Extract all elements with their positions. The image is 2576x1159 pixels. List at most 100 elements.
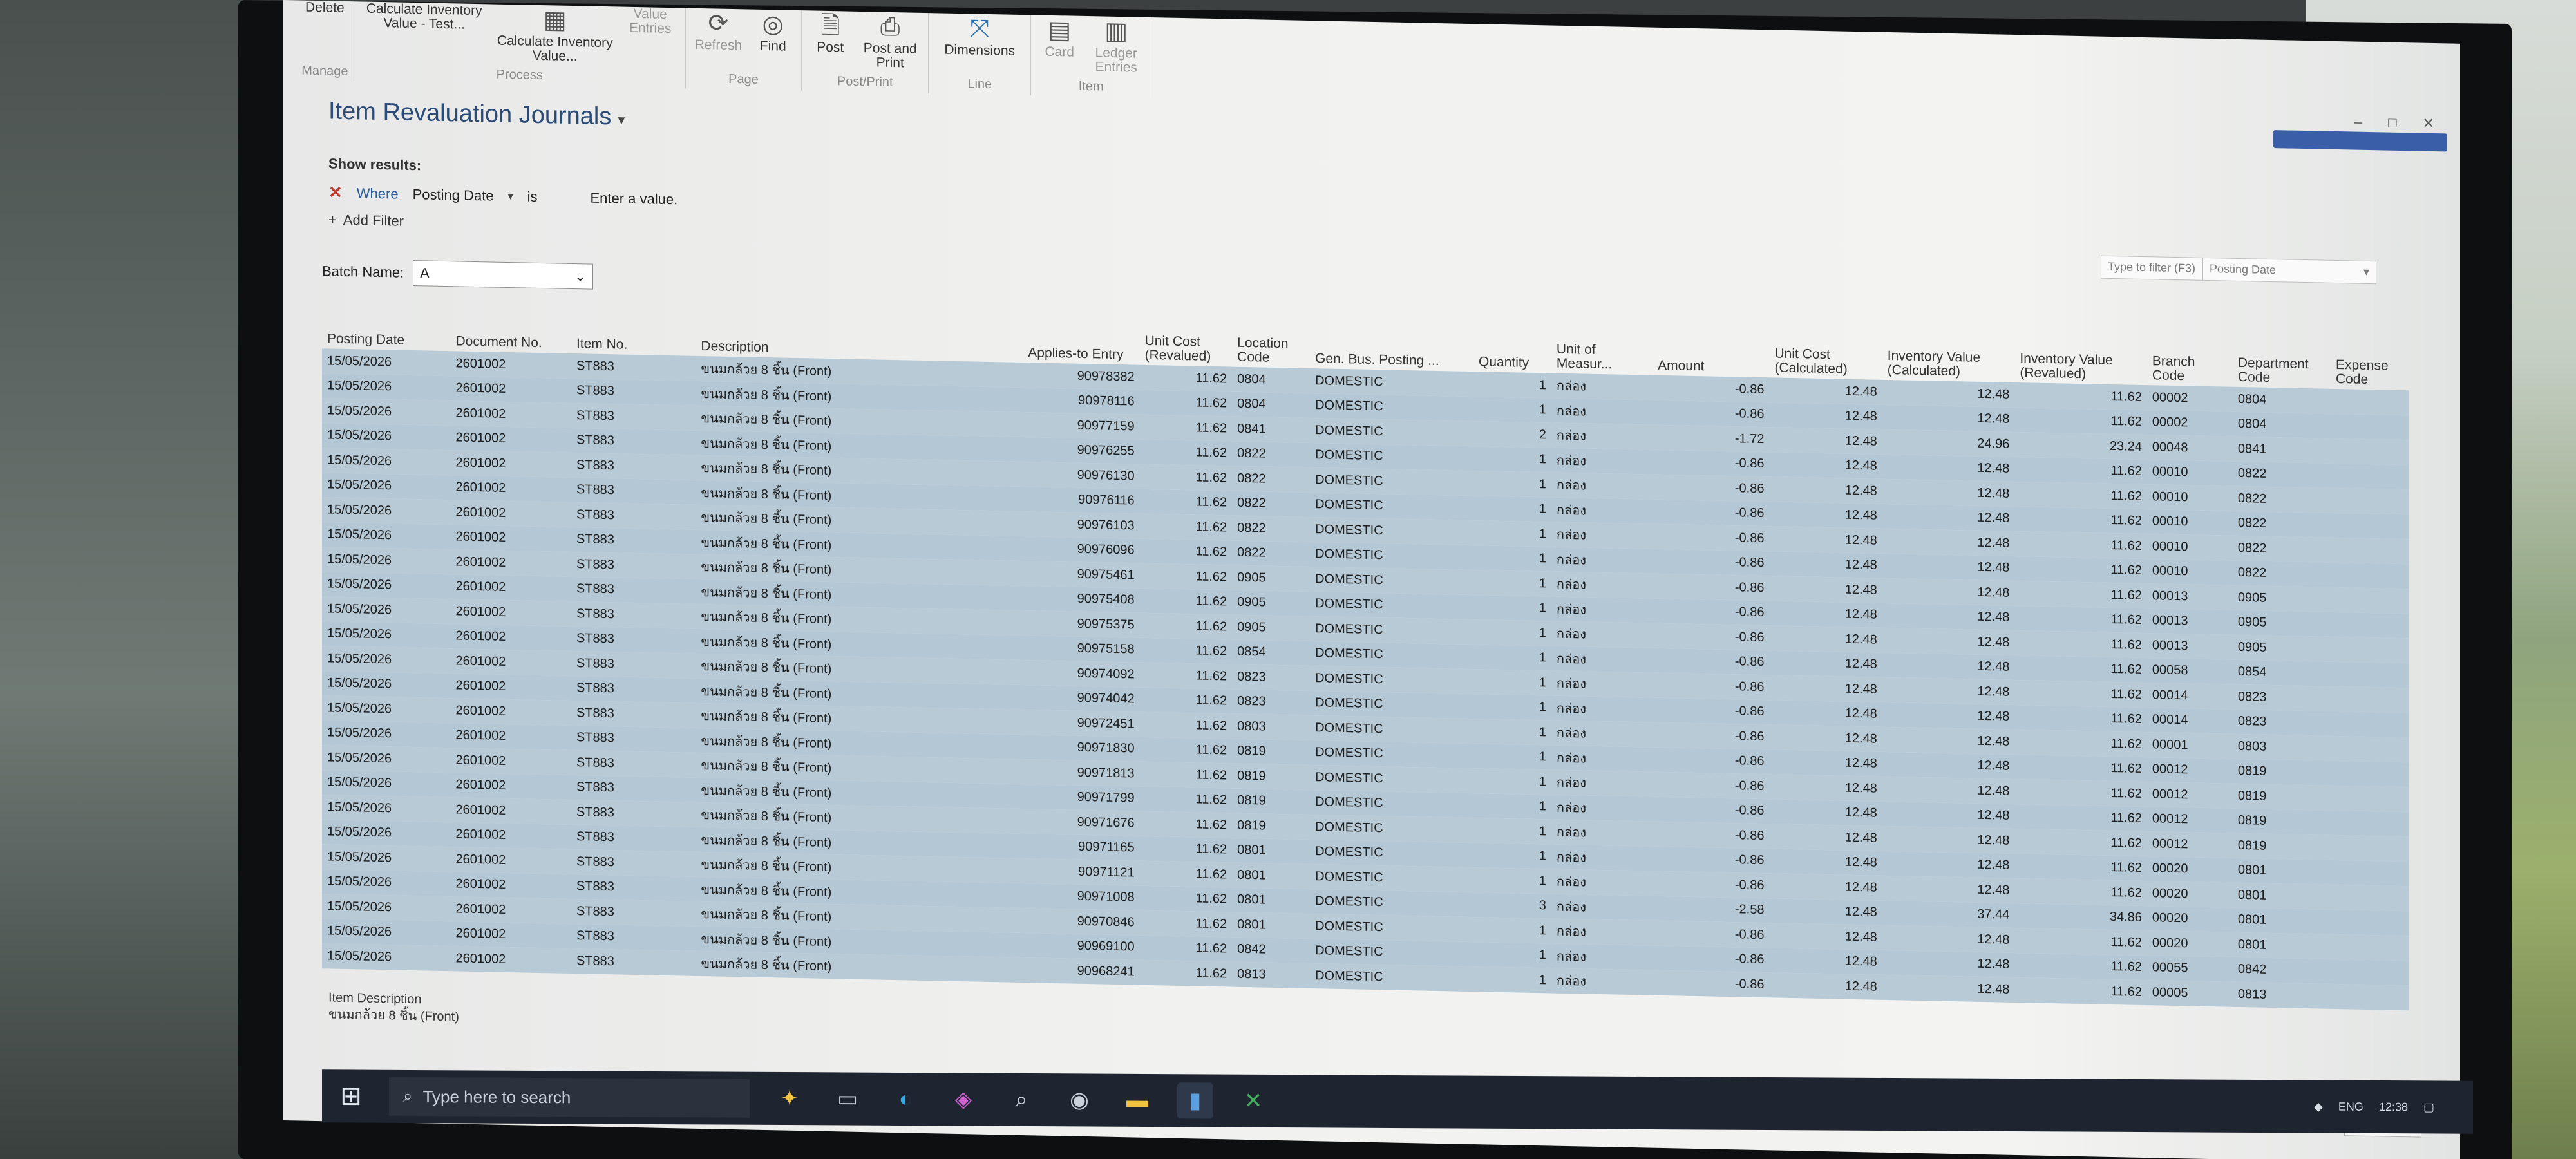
- table-cell[interactable]: -0.86: [1653, 673, 1769, 700]
- table-cell[interactable]: 0804: [2233, 411, 2331, 438]
- table-cell[interactable]: 15/05/2026: [322, 497, 451, 525]
- table-cell[interactable]: DOMESTIC: [1310, 740, 1473, 768]
- table-cell[interactable]: 11.62: [1140, 663, 1233, 689]
- table-cell[interactable]: 11.62: [1140, 637, 1233, 664]
- dimensions-button[interactable]: ⤧ Dimensions: [938, 13, 1021, 59]
- column-header[interactable]: Department Code: [2233, 329, 2331, 389]
- table-cell[interactable]: 90974092: [1023, 660, 1139, 687]
- type-filter-input[interactable]: Type to filter (F3): [2100, 255, 2202, 281]
- table-cell[interactable]: -0.86: [1653, 871, 1769, 898]
- table-cell[interactable]: 90976103: [1023, 511, 1139, 538]
- search-app-icon[interactable]: ⌕: [1003, 1082, 1039, 1118]
- table-cell[interactable]: DOMESTIC: [1310, 938, 1473, 966]
- table-cell[interactable]: กล่อง: [1551, 820, 1653, 847]
- table-cell[interactable]: 1: [1473, 645, 1551, 671]
- table-cell[interactable]: ST883: [571, 725, 696, 752]
- table-cell[interactable]: 11.62: [1140, 786, 1233, 813]
- table-cell[interactable]: DOMESTIC: [1310, 591, 1473, 619]
- table-cell[interactable]: [2331, 885, 2409, 911]
- table-cell[interactable]: กล่อง: [1551, 695, 1653, 722]
- table-cell[interactable]: 00055: [2147, 956, 2233, 982]
- table-cell[interactable]: 00014: [2147, 708, 2233, 734]
- table-cell[interactable]: 0905: [2233, 585, 2331, 612]
- table-cell[interactable]: กล่อง: [1551, 572, 1653, 599]
- table-cell[interactable]: ST883: [571, 428, 696, 455]
- table-cell[interactable]: ST883: [571, 675, 696, 702]
- table-cell[interactable]: 12.48: [1882, 677, 2015, 705]
- table-cell[interactable]: 11.62: [1140, 836, 1233, 862]
- table-cell[interactable]: 11.62: [1140, 439, 1233, 466]
- table-cell[interactable]: -0.86: [1653, 499, 1769, 526]
- table-cell[interactable]: 1: [1473, 619, 1551, 646]
- table-cell[interactable]: กล่อง: [1551, 745, 1653, 772]
- table-cell[interactable]: [2331, 538, 2409, 564]
- table-cell[interactable]: 11.62: [2014, 605, 2147, 633]
- store-icon[interactable]: ◈: [945, 1081, 981, 1117]
- table-cell[interactable]: 12.48: [1882, 454, 2015, 482]
- table-cell[interactable]: 00020: [2147, 856, 2233, 883]
- table-cell[interactable]: 12.48: [1882, 404, 2015, 432]
- table-cell[interactable]: 00014: [2147, 683, 2233, 709]
- table-cell[interactable]: 0905: [1232, 590, 1310, 616]
- table-cell[interactable]: 24.96: [1882, 429, 2015, 457]
- table-cell[interactable]: 00002: [2147, 410, 2233, 437]
- table-cell[interactable]: 11.62: [1140, 910, 1233, 937]
- remove-filter-icon[interactable]: ✕: [328, 182, 343, 202]
- table-cell[interactable]: 90968241: [1023, 957, 1139, 985]
- table-cell[interactable]: 11.62: [1140, 737, 1233, 763]
- table-cell[interactable]: 00020: [2147, 881, 2233, 907]
- table-cell[interactable]: 0823: [1232, 689, 1310, 715]
- table-cell[interactable]: DOMESTIC: [1310, 914, 1473, 942]
- table-cell[interactable]: 00020: [2147, 930, 2233, 957]
- table-cell[interactable]: 12.48: [1882, 380, 2015, 408]
- table-cell[interactable]: 1: [1473, 719, 1551, 745]
- table-cell[interactable]: กล่อง: [1551, 869, 1653, 896]
- calc-inventory-test-button[interactable]: Calculate Inventory Value - Test...: [363, 1, 486, 32]
- table-cell[interactable]: 11.62: [1140, 712, 1233, 739]
- table-cell[interactable]: 11.62: [2014, 581, 2147, 608]
- table-cell[interactable]: DOMESTIC: [1310, 963, 1473, 992]
- table-cell[interactable]: ST883: [571, 453, 696, 480]
- table-cell[interactable]: -0.86: [1653, 400, 1769, 427]
- table-cell[interactable]: DOMESTIC: [1310, 467, 1473, 496]
- table-cell[interactable]: 0822: [2233, 511, 2331, 538]
- column-header[interactable]: Location Code: [1232, 309, 1310, 368]
- table-cell[interactable]: ST883: [571, 601, 696, 628]
- table-cell[interactable]: กล่อง: [1551, 596, 1653, 623]
- table-cell[interactable]: DOMESTIC: [1310, 418, 1473, 446]
- table-cell[interactable]: 00010: [2147, 484, 2233, 511]
- table-cell[interactable]: 2601002: [451, 648, 571, 675]
- table-cell[interactable]: 0819: [1232, 813, 1310, 840]
- table-cell[interactable]: [2331, 661, 2409, 688]
- table-cell[interactable]: กล่อง: [1551, 522, 1653, 549]
- table-cell[interactable]: 11.62: [2014, 928, 2147, 956]
- table-cell[interactable]: 12.48: [1769, 601, 1882, 628]
- column-header[interactable]: Description: [696, 298, 1023, 363]
- table-cell[interactable]: 11.62: [2014, 853, 2147, 881]
- table-cell[interactable]: 1: [1473, 595, 1551, 621]
- table-cell[interactable]: 11.62: [1140, 563, 1233, 590]
- table-cell[interactable]: 90971676: [1023, 809, 1139, 836]
- table-cell[interactable]: 15/05/2026: [322, 621, 451, 649]
- table-cell[interactable]: 0905: [1232, 565, 1310, 592]
- table-cell[interactable]: 11.62: [2014, 878, 2147, 906]
- table-cell[interactable]: 0905: [2233, 610, 2331, 637]
- table-cell[interactable]: -0.86: [1653, 549, 1769, 576]
- table-cell[interactable]: [2331, 612, 2409, 638]
- windows-start-icon[interactable]: ⊞: [335, 1081, 367, 1111]
- table-cell[interactable]: 00048: [2147, 435, 2233, 461]
- table-cell[interactable]: 0813: [1232, 962, 1310, 988]
- column-header[interactable]: Expense Code: [2331, 331, 2409, 390]
- field-dropdown-icon[interactable]: ▾: [508, 189, 513, 202]
- table-cell[interactable]: ST883: [571, 552, 696, 579]
- language-indicator[interactable]: ENG: [2338, 1100, 2363, 1113]
- table-cell[interactable]: 15/05/2026: [322, 844, 451, 872]
- table-cell[interactable]: ST883: [571, 775, 696, 802]
- table-cell[interactable]: กล่อง: [1551, 646, 1653, 673]
- table-cell[interactable]: ST883: [571, 502, 696, 529]
- table-cell[interactable]: 11.62: [2014, 704, 2147, 732]
- table-cell[interactable]: 12.48: [1882, 777, 2015, 804]
- table-cell[interactable]: [2331, 810, 2409, 836]
- table-cell[interactable]: 12.48: [1769, 774, 1882, 801]
- table-cell[interactable]: 2: [1473, 421, 1551, 448]
